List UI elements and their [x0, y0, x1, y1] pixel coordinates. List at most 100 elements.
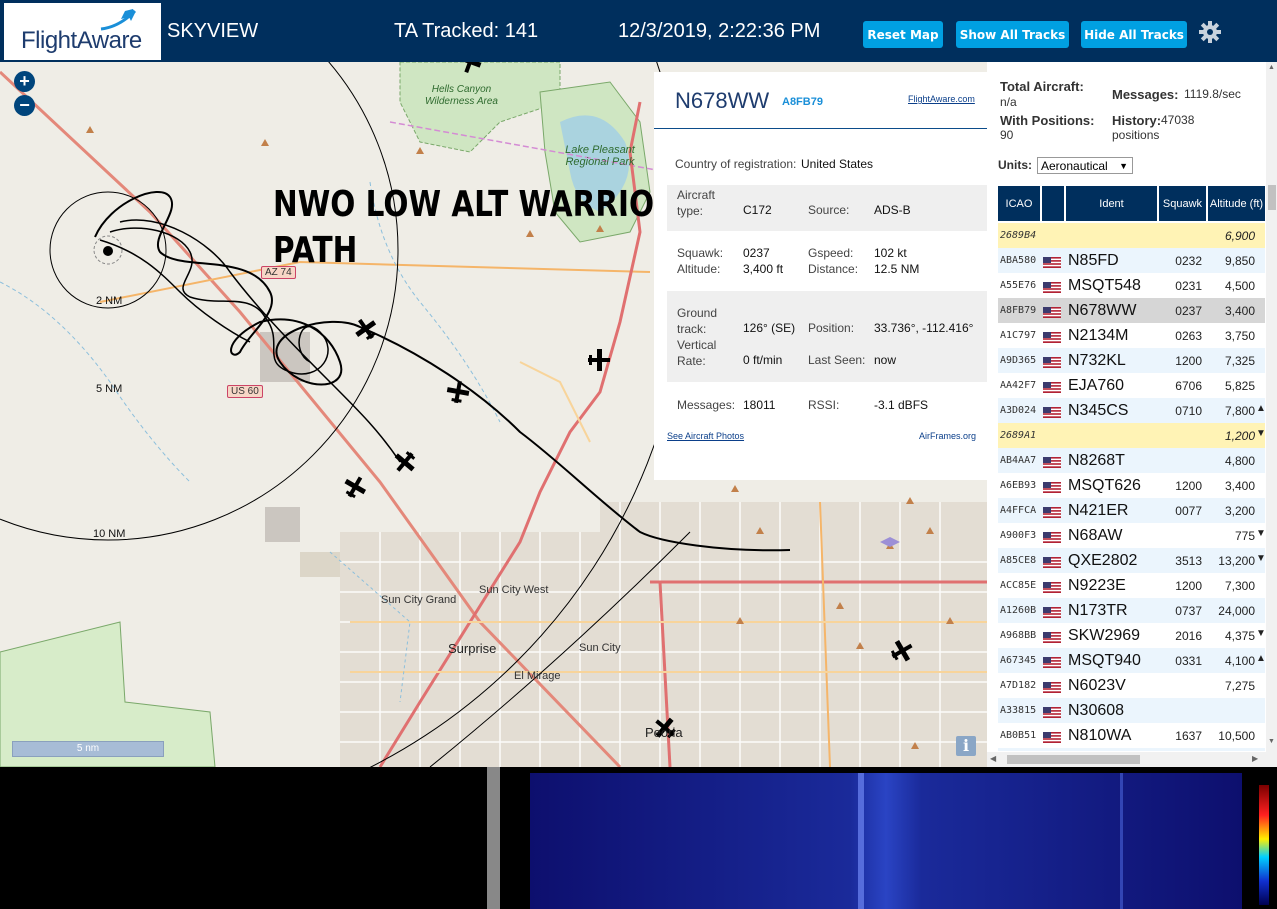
- label-el-mirage: El Mirage: [514, 670, 561, 682]
- total-aircraft-value: n/a: [1000, 95, 1017, 109]
- table-row[interactable]: AB0B51 N810WA 1637 10,500: [998, 723, 1265, 748]
- highway-us60: US 60: [227, 385, 263, 398]
- table-row[interactable]: A9D365 N732KL 1200 7,325: [998, 348, 1265, 373]
- altitude-trend-icon: ▼: [1256, 628, 1265, 639]
- vertical-rate-value: 0 ft/min: [743, 353, 783, 367]
- us-flag-icon: [1043, 730, 1061, 743]
- vertical-scroll-thumb[interactable]: [1268, 185, 1276, 210]
- logo-text: FlightAware: [21, 27, 142, 54]
- squawk-cell: 1200: [1175, 479, 1202, 493]
- show-all-tracks-button[interactable]: Show All Tracks: [956, 21, 1069, 48]
- ground-track-value: 126° (SE): [743, 321, 796, 335]
- col-icao[interactable]: ICAO: [998, 186, 1040, 221]
- table-row[interactable]: 2689B4 6,900: [998, 223, 1265, 248]
- table-row[interactable]: 2689A1 1,200 ▼: [998, 423, 1265, 448]
- vertical-scrollbar[interactable]: ▲ ▼: [1266, 62, 1277, 752]
- table-row[interactable]: A1C797 N2134M 0263 3,750: [998, 323, 1265, 348]
- track-row: Ground track: 126° (SE) Position: 33.736…: [667, 291, 987, 382]
- table-row[interactable]: A85CE8 QXE2802 3513 13,200 ▼: [998, 548, 1265, 573]
- distance-label: Distance:: [808, 262, 859, 276]
- altitude-cell: 7,800: [1224, 404, 1255, 418]
- source-value: ADS-B: [874, 203, 911, 217]
- icao-cell: A1C797: [1000, 330, 1037, 341]
- scroll-up-icon[interactable]: ▲: [1268, 64, 1275, 71]
- col-altitude[interactable]: Altitude (ft): [1208, 186, 1265, 221]
- ident-cell: N173TR: [1068, 602, 1128, 619]
- table-row[interactable]: A8FB79 N678WW 0237 3,400: [998, 298, 1265, 323]
- table-row[interactable]: AA42F7 EJA760 6706 5,825: [998, 373, 1265, 398]
- table-row[interactable]: ABA580 N85FD 0232 9,850: [998, 248, 1265, 273]
- country-label: Country of registration:: [675, 157, 797, 171]
- gear-icon[interactable]: [1198, 20, 1222, 44]
- table-row[interactable]: A968BB SKW2969 2016 4,375 ▼: [998, 623, 1265, 648]
- label-sun-city: Sun City: [579, 642, 621, 654]
- table-row[interactable]: A7D182 N6023V 7,275: [998, 673, 1265, 698]
- scroll-right-icon[interactable]: ▶: [1252, 754, 1258, 763]
- icao-cell: A3D024: [1000, 405, 1037, 416]
- hide-all-tracks-button[interactable]: Hide All Tracks: [1081, 21, 1187, 48]
- squawk-cell: 0331: [1175, 654, 1202, 668]
- table-row[interactable]: A1260B N173TR 0737 24,000: [998, 598, 1265, 623]
- altitude-cell: 4,500: [1224, 279, 1255, 293]
- icao-cell: A9D365: [1000, 355, 1037, 366]
- ident-cell: QXE2802: [1068, 552, 1138, 569]
- us-flag-icon: [1043, 305, 1061, 318]
- icao-cell: A55E76: [1000, 280, 1037, 291]
- table-row[interactable]: A3D024 N345CS 0710 7,800 ▲: [998, 398, 1265, 423]
- us-flag-icon: [1043, 680, 1061, 693]
- col-ident[interactable]: Ident: [1066, 186, 1157, 221]
- table-row[interactable]: A67345 MSQT940 0331 4,100 ▲: [998, 648, 1265, 673]
- label-sun-city-grand: Sun City Grand: [381, 594, 457, 606]
- label-peoria: Peoria: [645, 725, 683, 740]
- altitude-cell: 6,900: [1224, 229, 1255, 243]
- squawk-value: 0237: [743, 246, 770, 260]
- aircraft-table: ICAO Ident Squawk Altitude (ft) 2689B4 6,…: [998, 186, 1265, 751]
- ident-cell: N678WW: [1068, 302, 1137, 319]
- icao-cell: A85CE8: [1000, 555, 1037, 566]
- table-row[interactable]: A4FFCA N421ER 0077 3,200: [998, 498, 1265, 523]
- icao-cell: A8FB79: [1000, 305, 1037, 316]
- zoom-out-button[interactable]: −: [14, 95, 35, 116]
- selected-aircraft-panel: N678WW A8FB79 FlightAware.com Country of…: [654, 72, 987, 480]
- units-select[interactable]: Aeronautical ▼: [1037, 157, 1133, 174]
- table-row[interactable]: AB4AA7 N8268T 4,800: [998, 448, 1265, 473]
- squawk-cell: 2016: [1175, 629, 1202, 643]
- us-flag-icon: [1043, 530, 1061, 543]
- selected-registration: N678WW: [675, 88, 770, 113]
- table-row[interactable]: ACC85E N9223E 1200 7,300: [998, 573, 1265, 598]
- altitude-cell: 3,750: [1224, 329, 1255, 343]
- table-row[interactable]: A900F3 N68AW 775 ▼: [998, 523, 1265, 548]
- col-squawk[interactable]: Squawk: [1159, 186, 1206, 221]
- scroll-left-icon[interactable]: ◀: [990, 754, 996, 763]
- altitude-cell: 3,400: [1224, 479, 1255, 493]
- distance-value: 12.5 NM: [874, 262, 920, 276]
- table-row[interactable]: A6EB93 MSQT626 1200 3,400: [998, 473, 1265, 498]
- squawk-cell: 0237: [1175, 304, 1202, 318]
- airframes-link[interactable]: AirFrames.org: [919, 431, 976, 441]
- altitude-trend-icon: ▼: [1256, 553, 1265, 564]
- table-row[interactable]: A9D914N7334E12006,400: [998, 748, 1265, 751]
- scroll-down-icon[interactable]: ▼: [1268, 738, 1275, 745]
- zoom-in-button[interactable]: +: [14, 71, 35, 92]
- units-selected-value: Aeronautical: [1041, 159, 1108, 173]
- us-flag-icon: [1043, 330, 1061, 343]
- range-ring-10nm: 10 NM: [93, 528, 126, 540]
- us-flag-icon: [1043, 405, 1061, 418]
- squawk-cell: 3513: [1175, 554, 1202, 568]
- flightaware-logo[interactable]: FlightAware: [4, 3, 161, 60]
- horizontal-scroll-thumb[interactable]: [1007, 755, 1140, 764]
- squawk-cell: 1637: [1175, 729, 1202, 743]
- table-row[interactable]: A33815 N30608: [998, 698, 1265, 723]
- flightaware-link[interactable]: FlightAware.com: [908, 94, 975, 104]
- total-aircraft-label: Total Aircraft:: [1000, 79, 1084, 94]
- ident-cell: N2134M: [1068, 327, 1129, 344]
- icao-cell: A4FFCA: [1000, 505, 1037, 516]
- altitude-cell: 7,325: [1224, 354, 1255, 368]
- col-flag[interactable]: [1042, 186, 1064, 221]
- ident-cell: N30608: [1068, 702, 1125, 719]
- messages-rate-label: Messages:: [1112, 87, 1179, 102]
- aircraft-photos-link[interactable]: See Aircraft Photos: [667, 431, 744, 441]
- table-row[interactable]: A55E76 MSQT548 0231 4,500: [998, 273, 1265, 298]
- reset-map-button[interactable]: Reset Map: [863, 21, 943, 48]
- info-button[interactable]: i: [956, 736, 976, 756]
